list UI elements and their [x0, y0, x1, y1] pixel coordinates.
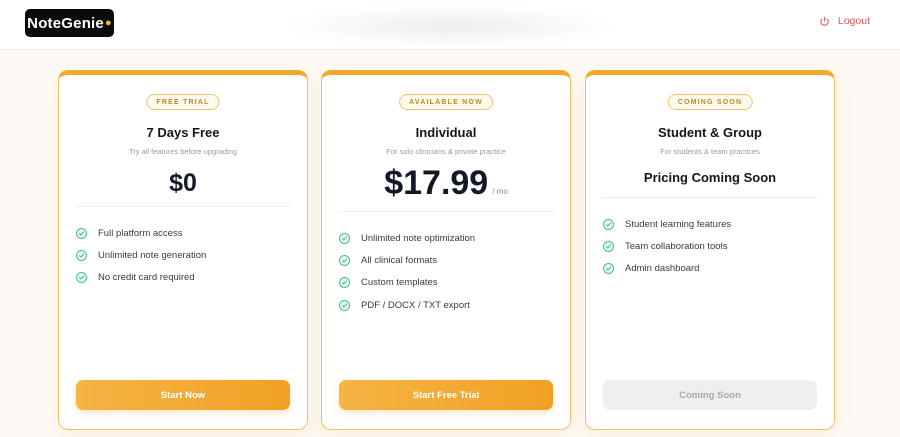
power-icon [820, 16, 829, 26]
plan-card-student-group: COMING SOON Student & Group For students… [585, 70, 835, 430]
feature-list: Full platform access Unlimited note gene… [76, 222, 206, 289]
start-free-trial-button[interactable]: Start Free Trial [339, 380, 553, 410]
feature-item: Team collaboration tools [603, 235, 731, 257]
feature-label: Custom templates [361, 277, 438, 289]
plan-card-individual: AVAILABLE NOW Individual For solo clinic… [321, 70, 571, 430]
plan-title: Student & Group [658, 125, 762, 140]
plan-price: $0 [59, 169, 307, 198]
logo-text: NoteGenie [27, 14, 104, 32]
plan-subtitle: For students & team practices [660, 147, 760, 156]
plan-badge: AVAILABLE NOW [399, 94, 493, 110]
feature-label: Unlimited note generation [98, 249, 207, 261]
bee-icon: ● [104, 17, 112, 29]
plan-subtitle: For solo clinicians & private practice [386, 147, 506, 156]
feature-item: No credit card required [76, 267, 206, 289]
feature-label: Admin dashboard [625, 263, 700, 275]
feature-item: Unlimited note generation [76, 244, 206, 266]
feature-item: Student learning features [603, 213, 731, 235]
pricing-coming-soon-label: Pricing Coming Soon [643, 170, 777, 185]
plan-title: 7 Days Free [146, 125, 220, 140]
check-circle-icon [76, 249, 87, 261]
feature-label: PDF / DOCX / TXT export [361, 299, 470, 311]
feature-item: Custom templates [339, 272, 475, 294]
check-circle-icon [603, 240, 614, 252]
divider [602, 197, 818, 198]
plan-badge: COMING SOON [667, 94, 753, 110]
divider [338, 211, 554, 212]
feature-item: All clinical formats [339, 249, 475, 271]
check-circle-icon [76, 227, 87, 239]
check-circle-icon [76, 272, 87, 284]
feature-label: No credit card required [98, 272, 195, 284]
feature-label: Student learning features [625, 218, 732, 230]
check-circle-icon [339, 254, 350, 266]
feature-item: Full platform access [76, 222, 206, 244]
top-navbar: NoteGenie ● Logout [0, 0, 900, 50]
price-amount: $0 [169, 169, 197, 197]
feature-label: All clinical formats [361, 254, 438, 266]
check-circle-icon [339, 299, 350, 311]
coming-soon-button: Coming Soon [603, 380, 817, 410]
app-logo[interactable]: NoteGenie ● [25, 9, 114, 37]
feature-item: PDF / DOCX / TXT export [339, 294, 475, 316]
blurred-header-content [280, 6, 620, 46]
start-now-button[interactable]: Start Now [76, 380, 290, 410]
plan-title: Individual [415, 125, 477, 140]
check-circle-icon [339, 277, 350, 289]
plan-price: $17.99/ mo [322, 164, 570, 203]
price-amount: $17.99 [384, 164, 489, 202]
feature-label: Full platform access [98, 227, 183, 239]
check-circle-icon [603, 218, 614, 230]
logout-button[interactable]: Logout [819, 15, 870, 27]
check-circle-icon [339, 232, 350, 244]
feature-label: Unlimited note optimization [361, 232, 476, 244]
feature-list: Student learning features Team collabora… [603, 213, 731, 280]
logout-label: Logout [837, 15, 870, 27]
divider [75, 206, 291, 207]
price-period: / mo [492, 187, 508, 196]
check-circle-icon [603, 263, 614, 275]
plan-card-free-trial: FREE TRIAL 7 Days Free Try all features … [58, 70, 308, 430]
feature-item: Unlimited note optimization [339, 227, 475, 249]
feature-item: Admin dashboard [603, 258, 731, 280]
plan-badge: FREE TRIAL [146, 94, 220, 110]
feature-list: Unlimited note optimization All clinical… [339, 227, 475, 316]
feature-label: Team collaboration tools [625, 240, 728, 252]
plan-subtitle: Try all features before upgrading [128, 147, 238, 156]
